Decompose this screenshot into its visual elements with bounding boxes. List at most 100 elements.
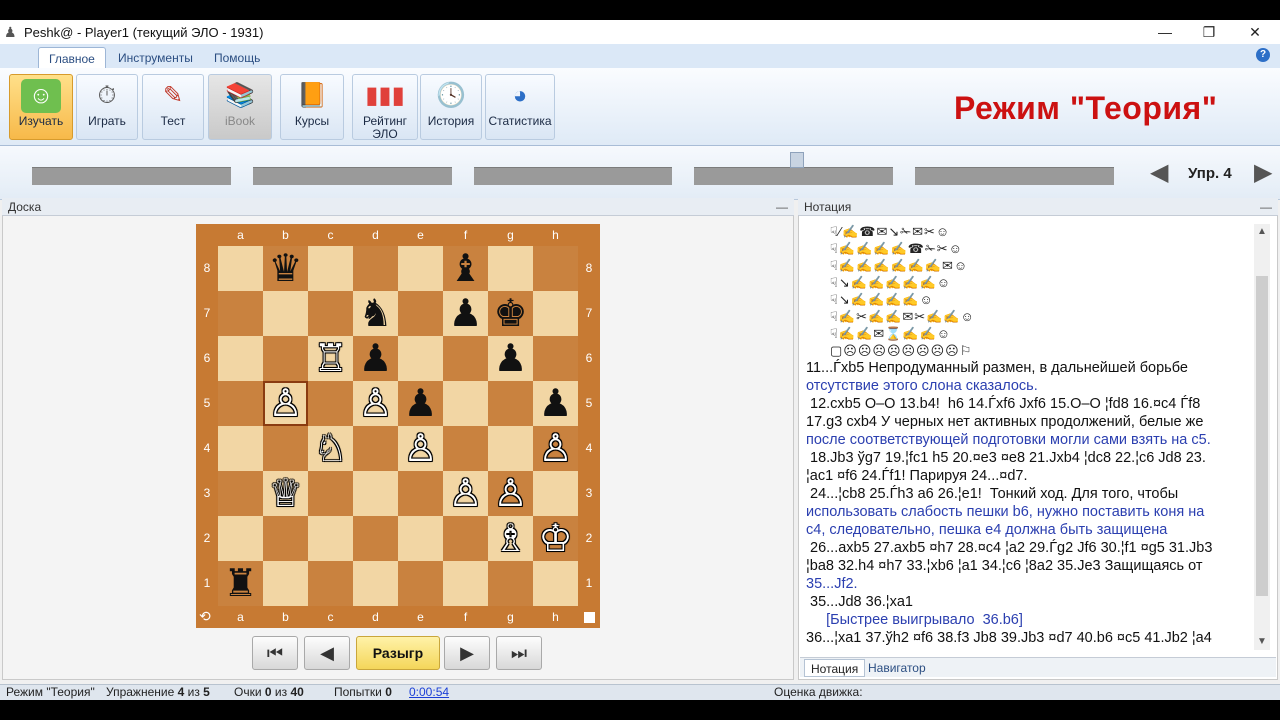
- piece-g6[interactable]: ♟: [493, 340, 527, 378]
- first-move-button[interactable]: ⏮: [252, 636, 298, 670]
- square-d6[interactable]: ♟: [353, 336, 398, 381]
- square-a4[interactable]: [218, 426, 263, 471]
- square-a1[interactable]: ♜: [218, 561, 263, 606]
- notation-line[interactable]: отсутствие этого слона сказалось.: [806, 377, 1250, 395]
- square-b5[interactable]: ♙: [263, 381, 308, 426]
- exercise-segment-2[interactable]: [253, 167, 452, 185]
- notation-line[interactable]: 18.Jb3 ўg7 19.¦fc1 h5 20.¤e3 ¤e8 21.Jxb4…: [806, 449, 1250, 467]
- notation-line[interactable]: 12.cxb5 O–O 13.b4! h6 14.Ѓxf6 Jxf6 15.O–…: [806, 395, 1250, 413]
- notation-line[interactable]: 36...¦xa1 37.ўh2 ¤f6 38.f3 Jb8 39.Jb3 ¤d…: [806, 629, 1250, 647]
- square-h1[interactable]: [533, 561, 578, 606]
- square-b3[interactable]: ♕: [263, 471, 308, 516]
- piece-d7[interactable]: ♞: [358, 295, 392, 333]
- piece-f8[interactable]: ♝: [448, 250, 482, 288]
- square-a7[interactable]: [218, 291, 263, 336]
- square-a8[interactable]: [218, 246, 263, 291]
- square-h3[interactable]: [533, 471, 578, 516]
- square-f7[interactable]: ♟: [443, 291, 488, 336]
- square-c4[interactable]: ♘: [308, 426, 353, 471]
- notation-line[interactable]: 35...Jf2.: [806, 575, 1250, 593]
- square-e8[interactable]: [398, 246, 443, 291]
- notation-line[interactable]: [Быстрее выигрывало 36.b6]: [806, 611, 1250, 629]
- elo-rating-button[interactable]: ▮▮▮ Рейтинг ЭЛО: [352, 74, 418, 141]
- piece-g3[interactable]: ♙: [493, 475, 527, 513]
- square-f8[interactable]: ♝: [443, 246, 488, 291]
- square-e7[interactable]: [398, 291, 443, 336]
- square-c5[interactable]: [308, 381, 353, 426]
- next-move-button[interactable]: ▶: [444, 636, 490, 670]
- square-g4[interactable]: [488, 426, 533, 471]
- square-g6[interactable]: ♟: [488, 336, 533, 381]
- status-timer[interactable]: 0:00:54: [409, 685, 449, 700]
- square-c7[interactable]: [308, 291, 353, 336]
- square-h7[interactable]: [533, 291, 578, 336]
- prev-move-button[interactable]: ◀: [304, 636, 350, 670]
- piece-b8[interactable]: ♛: [268, 250, 302, 288]
- square-b1[interactable]: [263, 561, 308, 606]
- square-h8[interactable]: [533, 246, 578, 291]
- ibook-button[interactable]: 📚 iBook: [208, 74, 272, 140]
- square-f5[interactable]: [443, 381, 488, 426]
- courses-button[interactable]: 📙 Курсы: [280, 74, 344, 140]
- square-g3[interactable]: ♙: [488, 471, 533, 516]
- square-b6[interactable]: [263, 336, 308, 381]
- notation-line[interactable]: 24...¦cb8 25.Ѓh3 a6 26.¦e1! Тонкий ход. …: [806, 485, 1250, 503]
- notation-line[interactable]: 26...axb5 27.axb5 ¤h7 28.¤c4 ¦a2 29.Ѓg2 …: [806, 539, 1250, 557]
- square-e1[interactable]: [398, 561, 443, 606]
- square-g2[interactable]: ♗: [488, 516, 533, 561]
- square-a3[interactable]: [218, 471, 263, 516]
- exercise-segment-3[interactable]: [474, 167, 672, 185]
- piece-h2[interactable]: ♔: [538, 520, 572, 558]
- square-b7[interactable]: [263, 291, 308, 336]
- notation-line[interactable]: после соответствующей подготовки могли с…: [806, 431, 1250, 449]
- piece-d5[interactable]: ♙: [358, 385, 392, 423]
- tab-main[interactable]: Главное: [38, 47, 106, 69]
- statistics-button[interactable]: ◕ Статистика: [485, 74, 555, 140]
- square-d7[interactable]: ♞: [353, 291, 398, 336]
- progress-marker[interactable]: [790, 152, 804, 168]
- square-e4[interactable]: ♙: [398, 426, 443, 471]
- square-h2[interactable]: ♔: [533, 516, 578, 561]
- square-f6[interactable]: [443, 336, 488, 381]
- square-b2[interactable]: [263, 516, 308, 561]
- test-button[interactable]: ✎ Тест: [142, 74, 204, 140]
- piece-h4[interactable]: ♙: [538, 430, 572, 468]
- play-out-button[interactable]: Разыгр: [356, 636, 440, 670]
- piece-e4[interactable]: ♙: [403, 430, 437, 468]
- square-a2[interactable]: [218, 516, 263, 561]
- notation-line[interactable]: 17.g3 cxb4 У черных нет активных продолж…: [806, 413, 1250, 431]
- square-b4[interactable]: [263, 426, 308, 471]
- prev-exercise-icon[interactable]: ◀: [1150, 158, 1168, 187]
- flip-board-icon[interactable]: ⟲: [199, 608, 211, 625]
- square-h6[interactable]: [533, 336, 578, 381]
- square-c8[interactable]: [308, 246, 353, 291]
- piece-d6[interactable]: ♟: [358, 340, 392, 378]
- notation-text[interactable]: ☟⁄✍☎✉↘✁✉✂☺ ☟✍✍✍✍☎✁✂☺ ☟✍✍✍✍✍✍✉☺ ☟↘✍✍✍✍✍☺ ☟↘✍✍…: [806, 223, 1250, 651]
- square-e3[interactable]: [398, 471, 443, 516]
- square-d1[interactable]: [353, 561, 398, 606]
- square-e6[interactable]: [398, 336, 443, 381]
- help-icon[interactable]: ?: [1256, 48, 1270, 62]
- square-d2[interactable]: [353, 516, 398, 561]
- square-c2[interactable]: [308, 516, 353, 561]
- square-d8[interactable]: [353, 246, 398, 291]
- next-exercise-icon[interactable]: ▶: [1254, 158, 1272, 187]
- exercise-segment-4[interactable]: [694, 167, 893, 185]
- square-g8[interactable]: [488, 246, 533, 291]
- square-g5[interactable]: [488, 381, 533, 426]
- square-d5[interactable]: ♙: [353, 381, 398, 426]
- close-button[interactable]: ✕: [1232, 20, 1278, 44]
- piece-h5[interactable]: ♟: [538, 385, 572, 423]
- notation-line[interactable]: ¦ba8 32.h4 ¤h7 33.¦xb6 ¦a1 34.¦c6 ¦8a2 3…: [806, 557, 1250, 575]
- square-e2[interactable]: [398, 516, 443, 561]
- notation-scrollbar[interactable]: ▲ ▼: [1254, 224, 1270, 650]
- notation-line[interactable]: ¦ac1 ¤f6 24.Ѓf1! Парируя 24...¤d7.: [806, 467, 1250, 485]
- history-button[interactable]: 🕓 История: [420, 74, 482, 140]
- board-panel-minimize-icon[interactable]: —: [776, 198, 788, 216]
- piece-f7[interactable]: ♟: [448, 295, 482, 333]
- restore-button[interactable]: ❐: [1186, 20, 1232, 44]
- piece-b3[interactable]: ♕: [268, 475, 302, 513]
- piece-e5[interactable]: ♟: [403, 385, 437, 423]
- learn-button[interactable]: ☺ Изучать: [9, 74, 73, 140]
- scroll-thumb[interactable]: [1256, 276, 1268, 596]
